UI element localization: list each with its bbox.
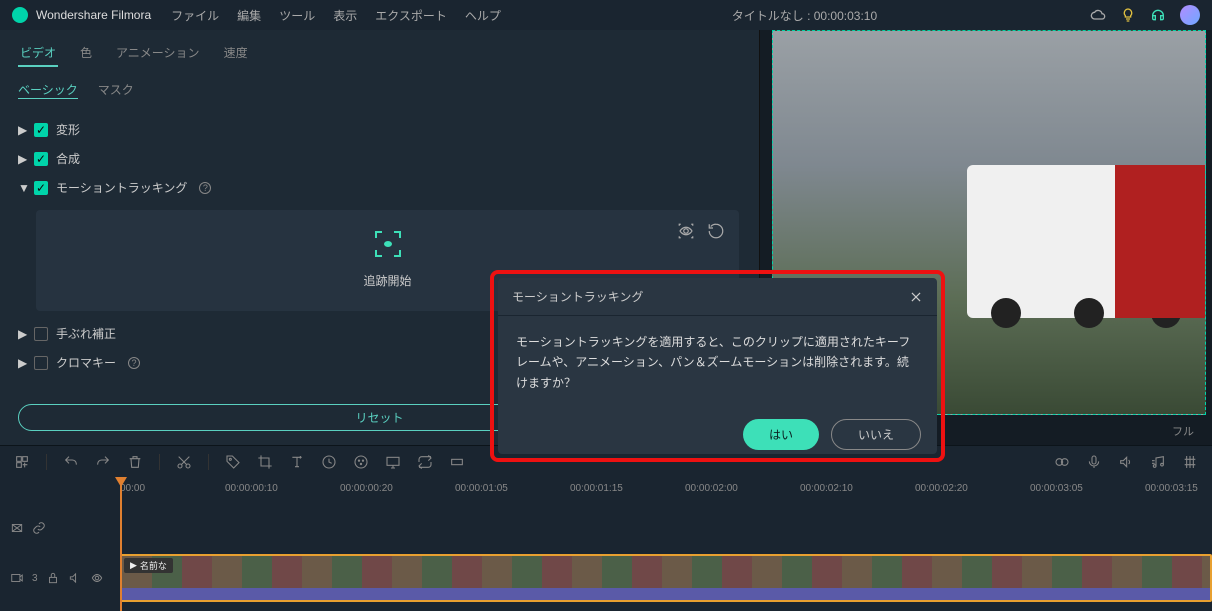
reset-track-icon[interactable] — [707, 222, 725, 240]
cut-icon[interactable] — [176, 454, 192, 470]
menu-tools[interactable]: ツール — [279, 7, 315, 24]
tick: 00:00:03:05 — [1030, 483, 1083, 494]
track-target-icon[interactable] — [372, 228, 404, 260]
checkbox-chroma[interactable] — [34, 356, 48, 370]
yes-button[interactable]: はい — [743, 419, 819, 450]
subtab-mask[interactable]: マスク — [98, 81, 134, 99]
user-avatar[interactable] — [1180, 5, 1200, 25]
motion-tracking-dialog: モーショントラッキング モーショントラッキングを適用すると、このクリップに適用さ… — [498, 278, 937, 454]
audio-icon[interactable] — [1118, 454, 1134, 470]
label-compose: 合成 — [56, 150, 80, 167]
checkbox-compose[interactable]: ✓ — [34, 152, 48, 166]
tick: 00:00:01:05 — [455, 483, 508, 494]
help-icon[interactable]: ? — [199, 182, 211, 194]
crop-icon[interactable] — [257, 454, 273, 470]
more-icon[interactable] — [449, 454, 465, 470]
tick: 00:00:03:15 — [1145, 483, 1198, 494]
tab-animation[interactable]: アニメーション — [114, 40, 202, 67]
delete-icon[interactable] — [127, 454, 143, 470]
label-motion-tracking: モーショントラッキング — [56, 179, 187, 196]
app-name: Wondershare Filmora — [36, 8, 151, 22]
redo-icon[interactable] — [95, 454, 111, 470]
time-ruler[interactable]: 00:00 00:00:00:10 00:00:00:20 00:00:01:0… — [0, 477, 1212, 503]
dialog-body: モーショントラッキングを適用すると、このクリップに適用されたキーフレームや、アニ… — [498, 316, 937, 409]
tab-color[interactable]: 色 — [78, 40, 94, 67]
screen-icon[interactable] — [385, 454, 401, 470]
chevron-right-icon: ▶ — [18, 123, 26, 137]
clip-label: ▶ 名前な — [124, 558, 173, 573]
lightbulb-icon[interactable] — [1120, 7, 1136, 23]
tag-icon[interactable] — [225, 454, 241, 470]
video-track-icon[interactable] — [10, 571, 24, 585]
checkbox-transform[interactable]: ✓ — [34, 123, 48, 137]
tab-speed[interactable]: 速度 — [222, 40, 250, 67]
link-icon[interactable] — [32, 521, 46, 535]
checkbox-motion-tracking[interactable]: ✓ — [34, 181, 48, 195]
mic-icon[interactable] — [1086, 454, 1102, 470]
video-track-row: 3 ▶ 名前な — [10, 553, 1212, 603]
chevron-right-icon: ▶ — [18, 152, 26, 166]
undo-icon[interactable] — [63, 454, 79, 470]
chevron-right-icon: ▶ — [18, 327, 26, 341]
speed-icon[interactable] — [321, 454, 337, 470]
color-icon[interactable] — [353, 454, 369, 470]
label-transform: 変形 — [56, 121, 80, 138]
menu-view[interactable]: 表示 — [333, 7, 357, 24]
top-menubar: Wondershare Filmora ファイル 編集 ツール 表示 エクスポー… — [0, 0, 1212, 30]
add-track-icon[interactable] — [14, 454, 30, 470]
cloud-icon[interactable] — [1090, 7, 1106, 23]
full-label[interactable]: フル — [1172, 423, 1194, 439]
loop-icon[interactable] — [417, 454, 433, 470]
timeline: 00:00 00:00:00:10 00:00:00:20 00:00:01:0… — [0, 477, 1212, 611]
menu-export[interactable]: エクスポート — [375, 7, 447, 24]
app-logo-icon — [12, 7, 28, 23]
dialog-title: モーショントラッキング — [512, 288, 643, 305]
tick: 00:00:02:10 — [800, 483, 853, 494]
chevron-right-icon: ▶ — [18, 356, 26, 370]
no-button[interactable]: いいえ — [831, 419, 921, 450]
text-icon[interactable] — [289, 454, 305, 470]
subtab-basic[interactable]: ベーシック — [18, 81, 78, 99]
playhead[interactable] — [120, 477, 122, 611]
clip-icon[interactable] — [10, 521, 24, 535]
section-motion-tracking[interactable]: ▼ ✓ モーショントラッキング ? — [14, 173, 745, 202]
headset-icon[interactable] — [1150, 7, 1166, 23]
section-compose[interactable]: ▶ ✓ 合成 — [14, 144, 745, 173]
label-stabilize: 手ぶれ補正 — [56, 325, 116, 342]
preview-truck-graphic — [967, 165, 1205, 318]
tick: 00:00:01:15 — [570, 483, 623, 494]
checkbox-stabilize[interactable] — [34, 327, 48, 341]
tab-video[interactable]: ビデオ — [18, 40, 58, 67]
menu-file[interactable]: ファイル — [171, 7, 219, 24]
track-header-row — [10, 503, 1212, 553]
tick: 00:00:00:20 — [340, 483, 393, 494]
track-count: 3 — [32, 573, 38, 584]
marker-icon[interactable] — [1182, 454, 1198, 470]
video-clip[interactable]: ▶ 名前な — [120, 554, 1212, 602]
eye-track-icon[interactable] — [677, 222, 695, 240]
music-icon[interactable] — [1150, 454, 1166, 470]
tick: 00:00:02:20 — [915, 483, 968, 494]
dialog-highlight: モーショントラッキング モーショントラッキングを適用すると、このクリップに適用さ… — [490, 270, 945, 462]
tick: 00:00 — [120, 483, 145, 494]
chevron-down-icon: ▼ — [18, 181, 26, 195]
menu-edit[interactable]: 編集 — [237, 7, 261, 24]
start-tracking-button[interactable]: 追跡開始 — [363, 272, 411, 289]
visibility-icon[interactable] — [90, 571, 104, 585]
tick: 00:00:00:10 — [225, 483, 278, 494]
lock-icon[interactable] — [46, 571, 60, 585]
tick: 00:00:02:00 — [685, 483, 738, 494]
mix-icon[interactable] — [1054, 454, 1070, 470]
mute-icon[interactable] — [68, 571, 82, 585]
project-title: タイトルなし : 00:00:03:10 — [519, 7, 1090, 24]
label-chroma: クロマキー — [56, 354, 116, 371]
help-icon[interactable]: ? — [128, 357, 140, 369]
section-transform[interactable]: ▶ ✓ 変形 — [14, 115, 745, 144]
close-icon[interactable] — [909, 290, 923, 304]
menu-help[interactable]: ヘルプ — [465, 7, 501, 24]
